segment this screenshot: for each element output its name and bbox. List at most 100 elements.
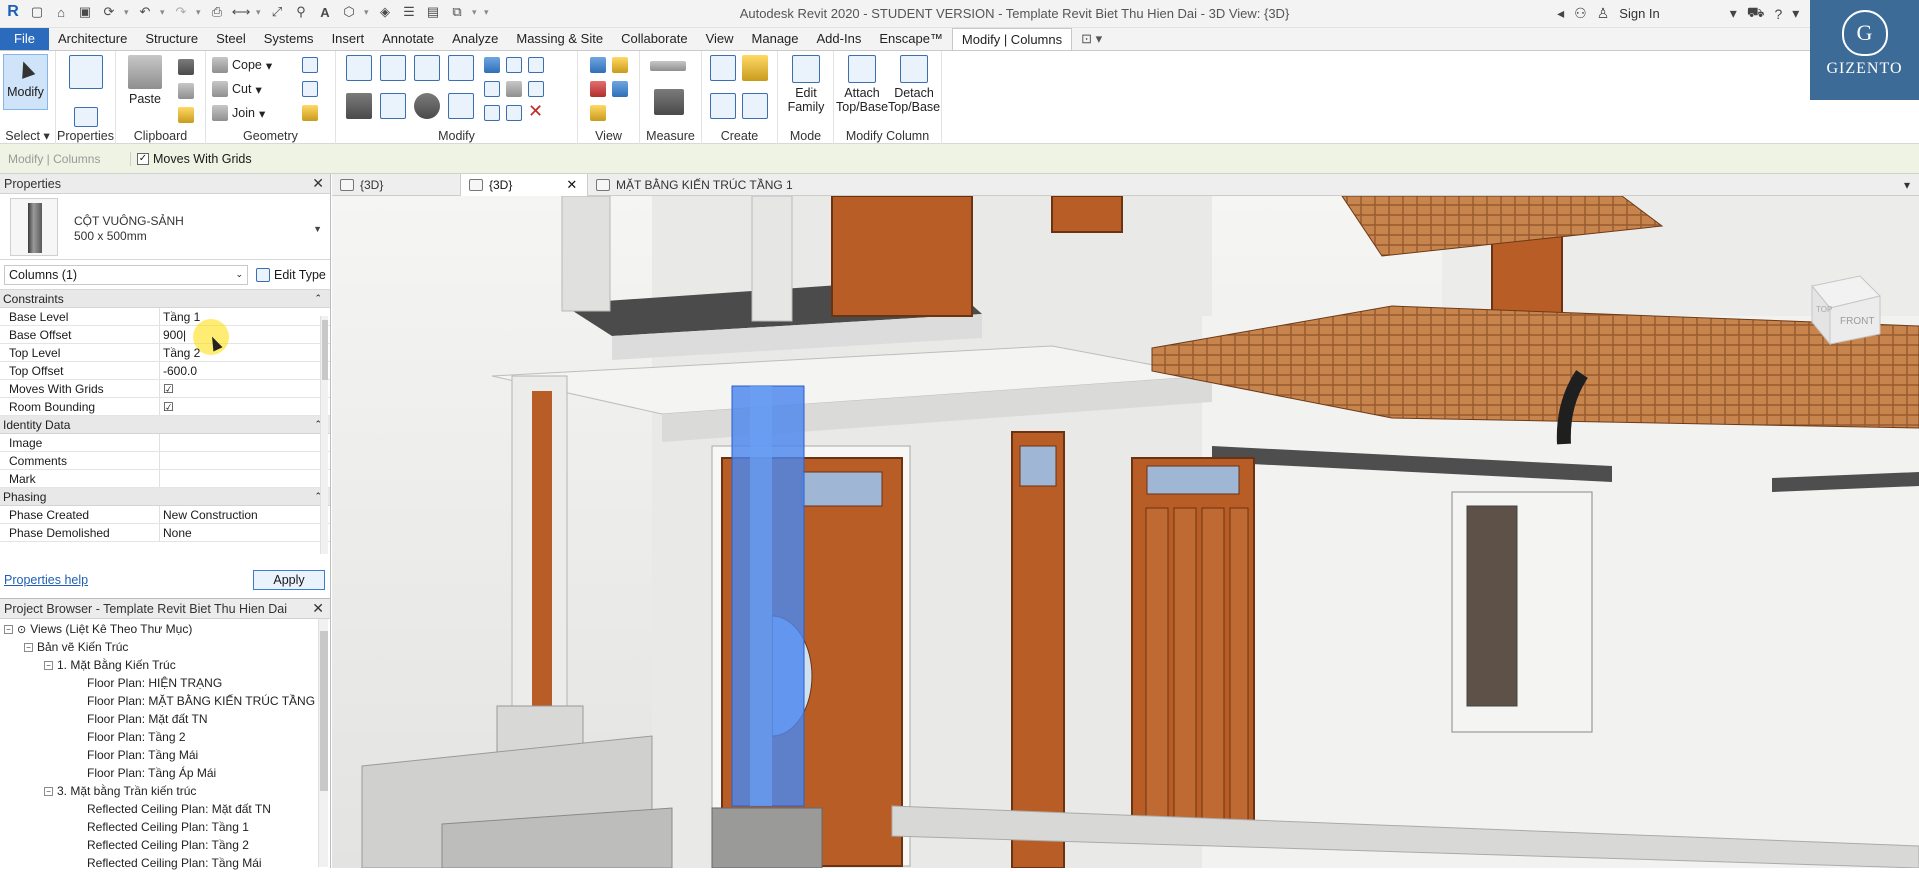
view-tab-3d-active[interactable]: {3D} ✕ <box>460 174 588 196</box>
tree-node[interactable]: −3. Mặt bằng Trần kiến trúc <box>44 782 196 800</box>
nav-left-icon[interactable]: ◂ <box>1557 5 1564 22</box>
tree-leaf[interactable]: Floor Plan: Tầng Áp Mái <box>87 764 216 782</box>
user-icon[interactable]: ♙ <box>1597 5 1610 22</box>
copy-element-icon[interactable] <box>380 93 406 119</box>
binoculars-icon[interactable]: ⚇ <box>1574 5 1587 22</box>
tab-steel[interactable]: Steel <box>207 28 255 50</box>
linework-icon[interactable] <box>590 81 606 97</box>
group-phasing[interactable]: Phasing ⌃ <box>0 488 330 506</box>
tree-leaf[interactable]: Reflected Ceiling Plan: Tầng 2 <box>87 836 249 854</box>
property-value[interactable]: None <box>160 524 330 541</box>
scrollbar-thumb[interactable] <box>322 320 328 380</box>
pin-icon[interactable] <box>528 81 544 97</box>
sign-in-dropdown-icon[interactable]: ▾ <box>1730 5 1737 22</box>
tree-leaf[interactable]: Floor Plan: Tầng Mái <box>87 746 198 764</box>
close-icon[interactable]: ✕ <box>312 600 324 617</box>
tree-leaf[interactable]: Floor Plan: Mặt đất TN <box>87 710 208 728</box>
select-panel-label[interactable]: Select ▾ <box>0 128 55 143</box>
type-selector[interactable]: CỘT VUÔNG-SẢNH 500 x 500mm ▼ <box>0 194 330 260</box>
tree-leaf[interactable]: Reflected Ceiling Plan: Tầng 1 <box>87 818 249 836</box>
property-value[interactable]: -600.0 <box>160 362 330 379</box>
tree-leaf[interactable]: Reflected Ceiling Plan: Tầng Mái <box>87 854 262 872</box>
create-similar-icon[interactable] <box>742 93 768 119</box>
properties-toggle-icon[interactable] <box>74 107 98 127</box>
tree-node[interactable]: − Bản vẽ Kiến Trúc <box>24 638 128 656</box>
dimension-icon[interactable] <box>654 89 684 115</box>
paint-icon[interactable] <box>302 105 318 121</box>
property-value[interactable]: New Construction <box>160 506 330 523</box>
chevron-down-icon[interactable]: ▼ <box>313 224 322 234</box>
moves-with-grids-checkbox[interactable]: ✓ <box>137 152 149 165</box>
trim-extend-icon[interactable] <box>484 105 500 121</box>
unpin-icon[interactable] <box>528 57 544 73</box>
filter-icon[interactable] <box>612 81 628 97</box>
close-icon[interactable]: ✕ <box>312 175 324 192</box>
room-bounding-check[interactable]: ☑ <box>160 398 330 415</box>
cope-button[interactable]: Cope ▾ <box>212 57 272 73</box>
help-icon[interactable]: ? <box>1774 6 1782 22</box>
mirror-axis-icon[interactable] <box>414 55 440 81</box>
collapse-toggle-icon[interactable]: − <box>44 660 53 670</box>
moves-with-grids-check[interactable]: ☑ <box>160 380 330 397</box>
detach-top-base-button[interactable]: Detach Top/Base <box>888 55 940 114</box>
type-properties-button[interactable] <box>69 55 103 92</box>
tab-massing-site[interactable]: Massing & Site <box>507 28 612 50</box>
move-icon[interactable] <box>346 93 372 119</box>
paste-button[interactable]: Paste <box>128 55 162 106</box>
properties-help-link[interactable]: Properties help <box>4 573 88 587</box>
tree-node[interactable]: −1. Mặt Bằng Kiến Trúc <box>44 656 176 674</box>
tree-leaf[interactable]: Floor Plan: MẶT BẰNG KIẾN TRÚC TẦNG 1 <box>87 692 325 710</box>
tab-analyze[interactable]: Analyze <box>443 28 507 50</box>
collapse-toggle-icon[interactable]: − <box>44 786 53 796</box>
array-icon[interactable] <box>484 81 500 97</box>
scale-icon[interactable] <box>506 81 522 97</box>
sign-in-link[interactable]: Sign In <box>1619 6 1659 21</box>
mirror-draw-icon[interactable] <box>448 55 474 81</box>
base-offset-input[interactable]: 900| <box>160 326 330 343</box>
properties-scrollbar[interactable] <box>320 316 328 554</box>
moves-with-grids-option[interactable]: ✓ Moves With Grids <box>130 151 252 166</box>
property-value[interactable] <box>160 452 330 469</box>
tree-leaf[interactable]: Reflected Ceiling Plan: Mặt đất TN <box>87 800 271 818</box>
collapse-toggle-icon[interactable]: − <box>4 624 13 634</box>
scrollbar-thumb[interactable] <box>320 631 328 791</box>
split-face-icon[interactable] <box>302 81 318 97</box>
cut-geometry-button[interactable]: Cut ▾ <box>212 81 262 97</box>
extend-icon[interactable] <box>506 105 522 121</box>
group-identity-data[interactable]: Identity Data ⌃ <box>0 416 330 434</box>
tab-manage[interactable]: Manage <box>743 28 808 50</box>
copy-icon[interactable] <box>178 83 194 99</box>
tab-insert[interactable]: Insert <box>323 28 374 50</box>
cut-scissors-icon[interactable] <box>178 59 194 75</box>
measure-between-icon[interactable] <box>650 61 686 71</box>
override-graphics-icon[interactable] <box>612 57 628 73</box>
tree-leaf[interactable]: Floor Plan: Tầng 2 <box>87 728 186 746</box>
join-button[interactable]: Join ▾ <box>212 105 265 121</box>
tab-collaborate[interactable]: Collaborate <box>612 28 697 50</box>
viewcube-top-label[interactable]: TOP <box>1816 305 1832 314</box>
edit-family-button[interactable]: Edit Family <box>782 55 830 114</box>
ribbon-minimize-icon[interactable]: ⊡ ▾ <box>1072 28 1111 50</box>
tab-file[interactable]: File <box>0 28 49 50</box>
instance-filter-select[interactable]: Columns (1) ⌄ <box>4 264 248 285</box>
tab-enscape[interactable]: Enscape™ <box>870 28 952 50</box>
view-tabs-menu-icon[interactable]: ▾ <box>1902 174 1918 196</box>
viewcube-front-label[interactable]: FRONT <box>1840 316 1874 327</box>
match-type-icon[interactable] <box>178 107 194 123</box>
collapse-toggle-icon[interactable]: − <box>24 642 33 652</box>
apply-button[interactable]: Apply <box>253 570 325 590</box>
tab-structure[interactable]: Structure <box>136 28 207 50</box>
close-icon[interactable]: ✕ <box>566 177 577 193</box>
property-value[interactable] <box>160 434 330 451</box>
split-icon[interactable] <box>484 57 500 73</box>
group-constraints[interactable]: Constraints ⌃ <box>0 290 330 308</box>
tab-add-ins[interactable]: Add-Ins <box>808 28 871 50</box>
create-parts-icon[interactable] <box>710 55 736 81</box>
browser-scrollbar[interactable] <box>318 619 328 867</box>
tree-leaf[interactable]: Floor Plan: HIỆN TRẠNG <box>87 674 222 692</box>
hide-in-view-icon[interactable] <box>590 57 606 73</box>
3d-viewport[interactable]: FRONT TOP <box>332 196 1919 868</box>
edit-type-button[interactable]: Edit Type <box>256 267 326 282</box>
modify-button[interactable]: Modify <box>3 54 48 110</box>
create-assembly-icon[interactable] <box>742 55 768 81</box>
